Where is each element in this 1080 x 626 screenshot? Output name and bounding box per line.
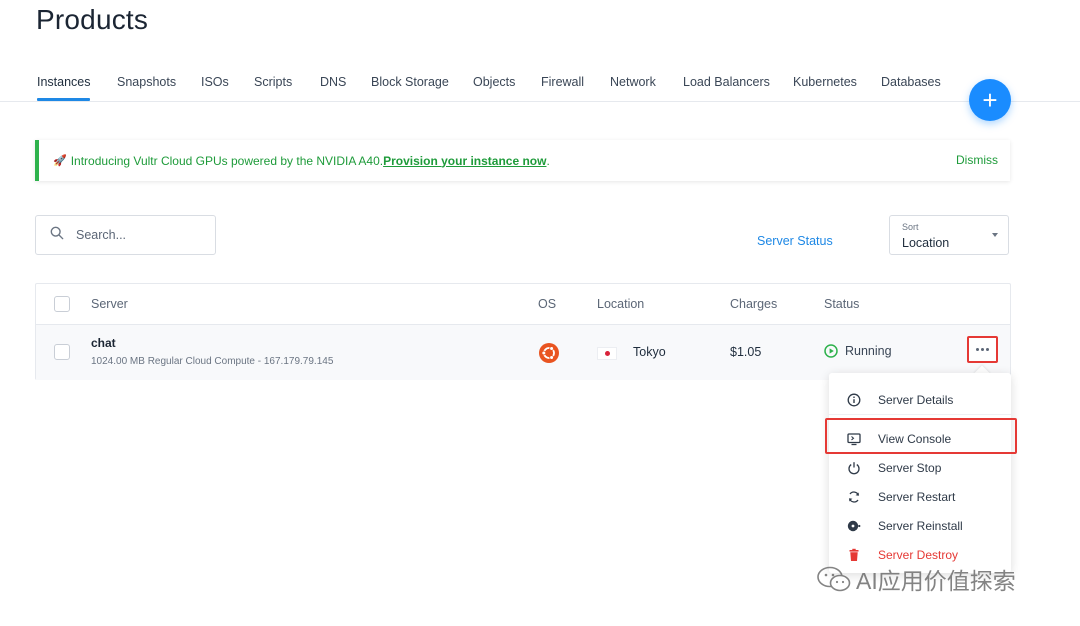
menu-divider — [829, 414, 1011, 415]
tab-kubernetes[interactable]: Kubernetes — [793, 75, 857, 89]
rocket-icon: 🚀 — [53, 155, 67, 167]
search-icon — [50, 226, 64, 245]
ubuntu-icon — [539, 343, 559, 363]
row-checkbox[interactable] — [54, 344, 70, 360]
tab-dns[interactable]: DNS — [320, 75, 346, 89]
menu-item-server-details[interactable]: Server Details — [829, 385, 1011, 414]
tab-isos[interactable]: ISOs — [201, 75, 229, 89]
banner-text-suffix: . — [546, 153, 550, 168]
dismiss-banner-button[interactable]: Dismiss — [956, 153, 998, 167]
table-row[interactable]: chat 1024.00 MB Regular Cloud Compute - … — [36, 325, 1010, 380]
tab-snapshots[interactable]: Snapshots — [117, 75, 176, 89]
active-tab-indicator — [37, 98, 90, 101]
status-text: Running — [845, 344, 892, 358]
server-location: Tokyo — [633, 345, 666, 359]
product-tabs: Instances Snapshots ISOs Scripts DNS Blo… — [0, 72, 1080, 102]
menu-item-server-restart[interactable]: Server Restart — [829, 482, 1011, 511]
column-header-server: Server — [91, 297, 128, 311]
sort-value: Location — [902, 236, 950, 250]
search-input[interactable] — [76, 228, 196, 242]
watermark-text: AI应用价值探索 — [856, 568, 1016, 594]
menu-item-label: Server Reinstall — [878, 518, 963, 533]
banner-text: Introducing Vultr Cloud GPUs powered by … — [70, 153, 384, 168]
server-actions-menu: Server Details View Console Server Stop … — [829, 373, 1011, 573]
select-all-checkbox[interactable] — [54, 296, 70, 312]
plus-icon: + — [982, 85, 998, 115]
instances-table: Server OS Location Charges Status chat 1… — [35, 283, 1011, 380]
column-header-status: Status — [824, 297, 860, 311]
menu-item-label: Server Restart — [878, 489, 956, 504]
page-title: Products — [36, 4, 149, 35]
tab-block-storage[interactable]: Block Storage — [371, 75, 449, 89]
watermark: AI应用价值探索 — [816, 562, 1016, 596]
tab-scripts[interactable]: Scripts — [254, 75, 292, 89]
japan-flag-icon — [597, 347, 617, 360]
console-icon — [847, 432, 861, 446]
sort-select[interactable]: Sort Location — [889, 215, 1009, 255]
chevron-down-icon — [992, 233, 998, 237]
info-icon — [847, 393, 861, 407]
server-charges: $1.05 — [730, 345, 762, 359]
tab-objects[interactable]: Objects — [473, 75, 515, 89]
tab-load-balancers[interactable]: Load Balancers — [683, 75, 770, 89]
sort-label: Sort — [902, 222, 919, 232]
table-header: Server OS Location Charges Status — [36, 284, 1010, 325]
announcement-banner: 🚀 Introducing Vultr Cloud GPUs powered b… — [35, 140, 1010, 181]
menu-item-server-reinstall[interactable]: Server Reinstall — [829, 511, 1011, 540]
restart-icon — [847, 490, 861, 504]
tab-firewall[interactable]: Firewall — [541, 75, 584, 89]
menu-item-label: Server Stop — [878, 460, 942, 475]
status-badge: Running — [824, 344, 892, 358]
menu-item-server-stop[interactable]: Server Stop — [829, 453, 1011, 482]
power-icon — [847, 461, 861, 475]
search-box — [35, 215, 216, 255]
tab-instances[interactable]: Instances — [37, 75, 91, 89]
server-details: 1024.00 MB Regular Cloud Compute - 167.1… — [91, 356, 334, 367]
menu-item-label: View Console — [878, 431, 952, 446]
more-options-button[interactable] — [967, 336, 998, 363]
wechat-icon — [817, 566, 851, 592]
menu-item-view-console[interactable]: View Console — [829, 424, 1011, 453]
running-icon — [824, 344, 838, 358]
trash-icon — [847, 548, 861, 562]
column-header-charges: Charges — [730, 297, 778, 311]
provision-instance-link[interactable]: Provision your instance now — [383, 154, 546, 168]
tab-databases[interactable]: Databases — [881, 75, 941, 89]
server-name[interactable]: chat — [91, 336, 116, 350]
menu-item-label: Server Destroy — [878, 547, 959, 562]
menu-item-label: Server Details — [878, 392, 954, 407]
disc-icon — [847, 519, 861, 533]
column-header-os: OS — [538, 297, 557, 311]
server-status-link[interactable]: Server Status — [757, 234, 833, 248]
tab-network[interactable]: Network — [610, 75, 656, 89]
add-product-button[interactable]: + — [969, 79, 1011, 121]
column-header-location: Location — [597, 297, 645, 311]
